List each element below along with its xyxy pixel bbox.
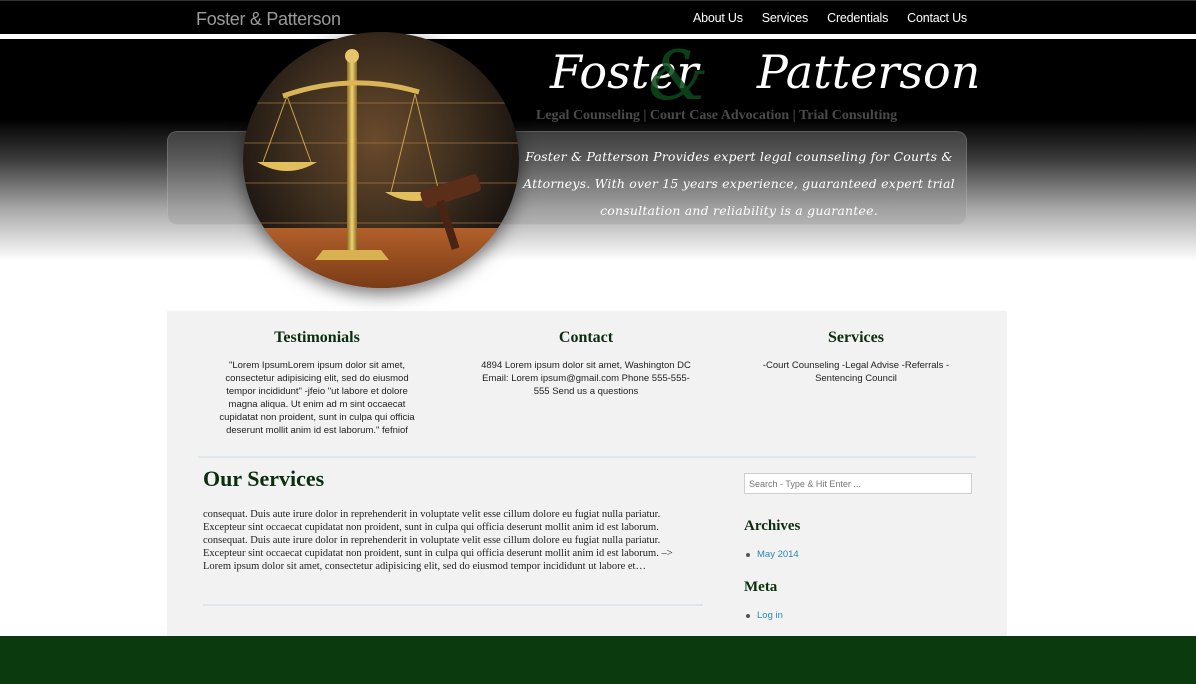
main-nav: About Us Services Credentials Contact Us — [693, 11, 967, 25]
post-divider — [203, 604, 703, 606]
footer — [0, 636, 1196, 684]
contact-text: 4894 Lorem ipsum dolor sit amet, Washing… — [481, 360, 691, 397]
nav-contact-us[interactable]: Contact Us — [907, 11, 967, 25]
our-services-heading: Our Services — [203, 466, 325, 491]
top-navbar: Foster & Patterson About Us Services Cre… — [0, 0, 1196, 34]
archives-title: Archives — [744, 518, 801, 534]
search-input[interactable] — [744, 473, 972, 494]
nav-about-us[interactable]: About Us — [693, 11, 743, 25]
services-column: Services -Court Counseling -Legal Advise… — [760, 329, 952, 385]
bullet-icon — [746, 552, 750, 557]
content-area: Testimonials "Lorem IpsumLorem ipsum dol… — [167, 311, 1007, 636]
list-item: May 2014 — [746, 549, 799, 560]
services-title: Services — [828, 329, 884, 346]
nav-services[interactable]: Services — [762, 11, 809, 25]
bullet-icon — [746, 613, 750, 618]
archive-link-may-2014[interactable]: May 2014 — [757, 549, 799, 560]
archives-list: May 2014 — [746, 549, 799, 560]
testimonials-column: Testimonials "Lorem IpsumLorem ipsum dol… — [215, 329, 419, 437]
login-link[interactable]: Log in — [757, 610, 783, 621]
hero-title-patterson: Patterson — [756, 45, 981, 99]
meta-list: Log in — [746, 610, 783, 621]
contact-column: Contact 4894 Lorem ipsum dolor sit amet,… — [475, 329, 697, 398]
testimonials-text: "Lorem IpsumLorem ipsum dolor sit amet, … — [219, 360, 415, 436]
hero-title: Foster Patterson — [550, 45, 980, 99]
contact-title: Contact — [558, 329, 614, 346]
nav-credentials[interactable]: Credentials — [827, 11, 888, 25]
site-brand[interactable]: Foster & Patterson — [196, 9, 341, 30]
services-text: -Court Counseling -Legal Advise -Referra… — [762, 360, 950, 384]
hero-subtitle: Legal Counseling | Court Case Advocation… — [536, 108, 898, 123]
scales-icon — [257, 49, 481, 260]
hero-tagline: Foster & Patterson Provides expert legal… — [523, 149, 955, 218]
testimonials-title: Testimonials — [274, 329, 360, 346]
our-services-body: consequat. Duis aute irure dolor in repr… — [203, 509, 673, 572]
list-item: Log in — [746, 610, 783, 621]
section-divider — [198, 456, 976, 458]
meta-title: Meta — [744, 579, 778, 595]
scales-of-justice-image — [243, 32, 519, 288]
hero-ampersand: & — [648, 37, 709, 116]
